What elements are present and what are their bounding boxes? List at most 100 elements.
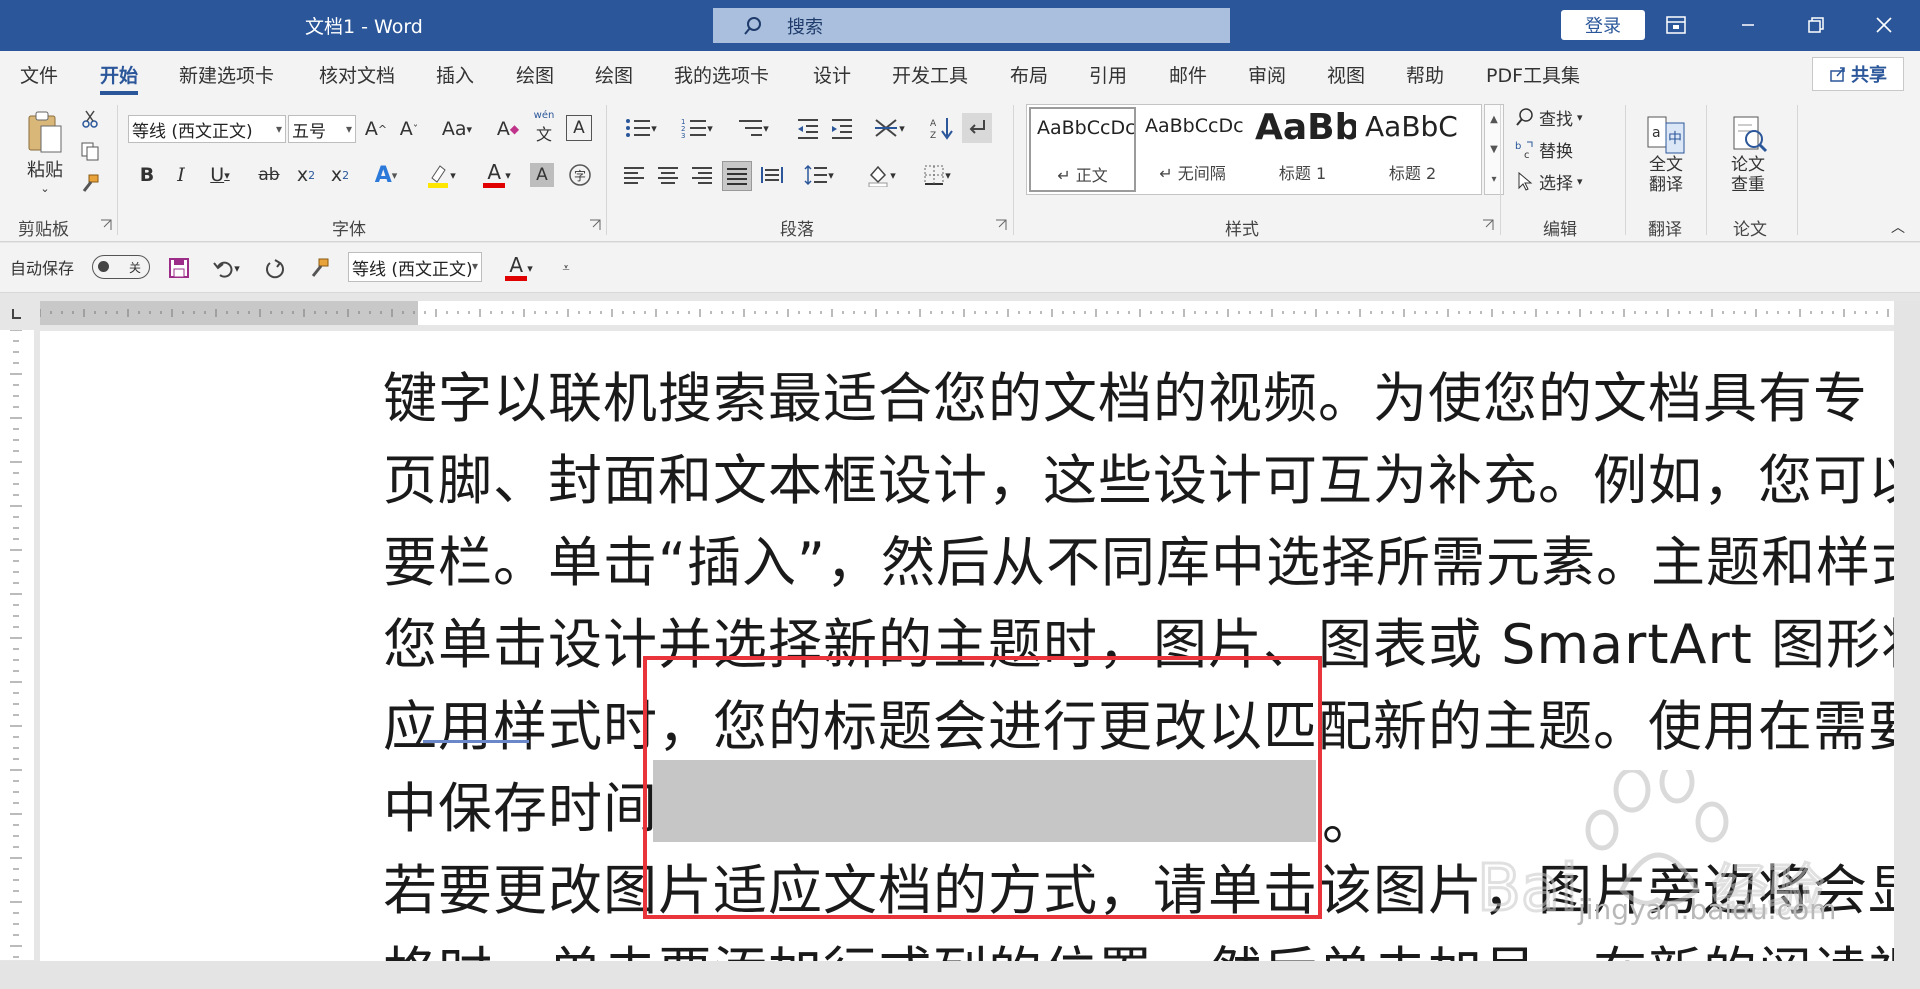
phonetic-guide-icon[interactable]: wén 文 [530,110,558,144]
document-line[interactable]: 键字以联机搜索最适合您的文档的视频。为使您的文档具有专 [383,354,1868,433]
login-button[interactable]: 登录 [1561,10,1645,40]
vertical-ruler[interactable] [0,329,34,960]
replace-button[interactable]: b c 替换 [1515,135,1573,163]
tab-draw-2[interactable]: 绘图 [595,61,633,88]
shrink-font-icon[interactable]: Aˇ [395,115,423,143]
borders-icon[interactable]: ▾ [914,161,960,189]
paste-button[interactable]: 粘贴 ⌄ [18,105,72,200]
tab-home[interactable]: 开始 [100,61,139,95]
styles-gallery-scroll[interactable]: ▲ ▼ ▾ [1484,104,1504,195]
clear-formatting-icon[interactable]: A ◆ [494,115,522,143]
more-icon[interactable]: ▾ [1491,174,1496,185]
chevron-down-icon[interactable]: ▼ [1490,144,1498,155]
redo-icon[interactable] [262,255,288,281]
font-launcher-icon[interactable] [589,219,601,231]
autosave-toggle[interactable]: 关 [92,255,150,279]
tab-file[interactable]: 文件 [20,61,58,88]
tab-review[interactable]: 审阅 [1248,61,1286,88]
select-button[interactable]: 选择 ▾ [1515,167,1583,195]
style-heading-1[interactable]: AaBb 标题 1 [1249,107,1356,192]
show-paragraph-marks-icon[interactable] [962,113,992,143]
increase-indent-icon[interactable] [828,113,856,143]
tab-new-tab[interactable]: 新建选项卡 [179,61,274,88]
document-line[interactable]: 要栏。单击“插入”，然后从不同库中选择所需元素。主题和样式 [383,518,1920,597]
character-border-icon[interactable]: A [566,115,592,141]
find-button[interactable]: 查找 ▾ [1515,103,1583,131]
tab-insert[interactable]: 插入 [436,61,474,88]
format-painter-icon[interactable] [78,171,102,195]
style-preview: AaBbC [1365,110,1458,143]
vertical-scrollbar[interactable] [1894,301,1920,961]
decrease-indent-icon[interactable] [794,113,822,143]
italic-icon[interactable]: I [168,161,194,189]
paste-dropdown-icon[interactable]: ⌄ [40,182,49,195]
collapse-ribbon-icon[interactable]: ︿ [1888,217,1908,237]
text-effects-icon[interactable]: A ▾ [364,161,408,189]
bullets-icon[interactable]: ▾ [618,113,664,143]
distributed-icon[interactable] [758,161,786,189]
line-spacing-icon[interactable]: ▾ [796,161,842,189]
multilevel-list-icon[interactable]: ▾ [730,113,776,143]
style-no-spacing[interactable]: AaBbCcDc ↵ 无间隔 [1139,107,1246,192]
minimize-icon[interactable] [1728,6,1768,44]
paragraph-launcher-icon[interactable] [995,219,1007,231]
styles-launcher-icon[interactable] [1482,219,1494,231]
grow-font-icon[interactable]: A ^ [362,115,390,143]
tab-layout[interactable]: 布局 [1010,61,1048,88]
justify-icon[interactable] [722,161,752,191]
close-icon[interactable] [1864,6,1904,44]
highlight-color-icon[interactable]: ▾ [418,161,464,189]
shading-icon[interactable]: ▾ [858,161,904,189]
tab-help[interactable]: 帮助 [1406,61,1444,88]
style-heading-2[interactable]: AaBbC 标题 2 [1359,107,1466,192]
save-icon[interactable] [166,255,192,281]
cut-icon[interactable] [78,107,102,131]
character-shading-icon[interactable]: A [530,163,554,187]
clipboard-launcher-icon[interactable] [100,219,112,231]
undo-icon[interactable]: ▾ [206,255,246,281]
align-left-icon[interactable] [620,161,648,189]
full-text-translate-button[interactable]: a中 全文 翻译 [1634,105,1698,205]
font-size-combo[interactable]: 五号 ▾ [288,115,356,143]
font-name-combo[interactable]: 等线 (西文正文) ▾ [128,115,286,143]
copy-icon[interactable] [78,139,102,163]
chinese-layout-icon[interactable]: ▾ [866,113,912,143]
customize-qat-icon[interactable]: ⩡ [556,255,576,281]
format-painter-icon[interactable] [306,255,332,281]
tab-my-tab[interactable]: 我的选项卡 [674,61,769,88]
strikethrough-icon[interactable]: ab [254,161,284,189]
tab-developer[interactable]: 开发工具 [892,61,968,88]
numbering-icon[interactable]: 1 2 3 ▾ [674,113,720,143]
align-right-icon[interactable] [688,161,716,189]
tab-check-document[interactable]: 核对文档 [319,61,395,88]
tab-pdf-tools[interactable]: PDF工具集 [1486,61,1580,88]
paper-check-button[interactable]: 论文 查重 [1716,105,1780,205]
superscript-icon[interactable]: x2 [327,161,353,189]
tab-mailings[interactable]: 邮件 [1169,61,1207,88]
share-button[interactable]: 共享 [1812,57,1904,91]
style-normal[interactable]: AaBbCcDc ↵ 正文 [1029,107,1136,192]
tab-design[interactable]: 设计 [813,61,851,88]
align-center-icon[interactable] [654,161,682,189]
tab-selector-icon[interactable] [5,304,29,324]
chevron-up-icon[interactable]: ▲ [1490,114,1498,125]
qat-font-color-icon[interactable]: A ▾ [496,253,542,283]
horizontal-ruler[interactable] [40,301,1920,325]
subscript-icon[interactable]: x2 [293,161,319,189]
style-name: ↵ 无间隔 [1159,164,1226,183]
restore-icon[interactable] [1796,6,1836,44]
document-line[interactable]: 中保存时间 [383,764,658,843]
underline-icon[interactable]: U ▾ [202,161,238,189]
qat-font-combo[interactable]: 等线 (西文正文) ▾ [348,252,482,282]
font-color-icon[interactable]: A ▾ [474,161,520,189]
sort-icon[interactable]: AZ [928,113,956,143]
tab-references[interactable]: 引用 [1089,61,1127,88]
change-case-icon[interactable]: Aa ▾ [434,115,480,143]
bold-icon[interactable]: B [134,161,160,189]
document-line[interactable]: 页脚、封面和文本框设计，这些设计可互为补充。例如，您可以 [383,436,1920,515]
tab-view[interactable]: 视图 [1327,61,1365,88]
enclose-characters-icon[interactable]: 字 [566,161,594,189]
search-box[interactable]: 搜索 [713,8,1230,43]
ribbon-display-options-icon[interactable] [1656,6,1696,44]
tab-draw-1[interactable]: 绘图 [516,61,554,88]
